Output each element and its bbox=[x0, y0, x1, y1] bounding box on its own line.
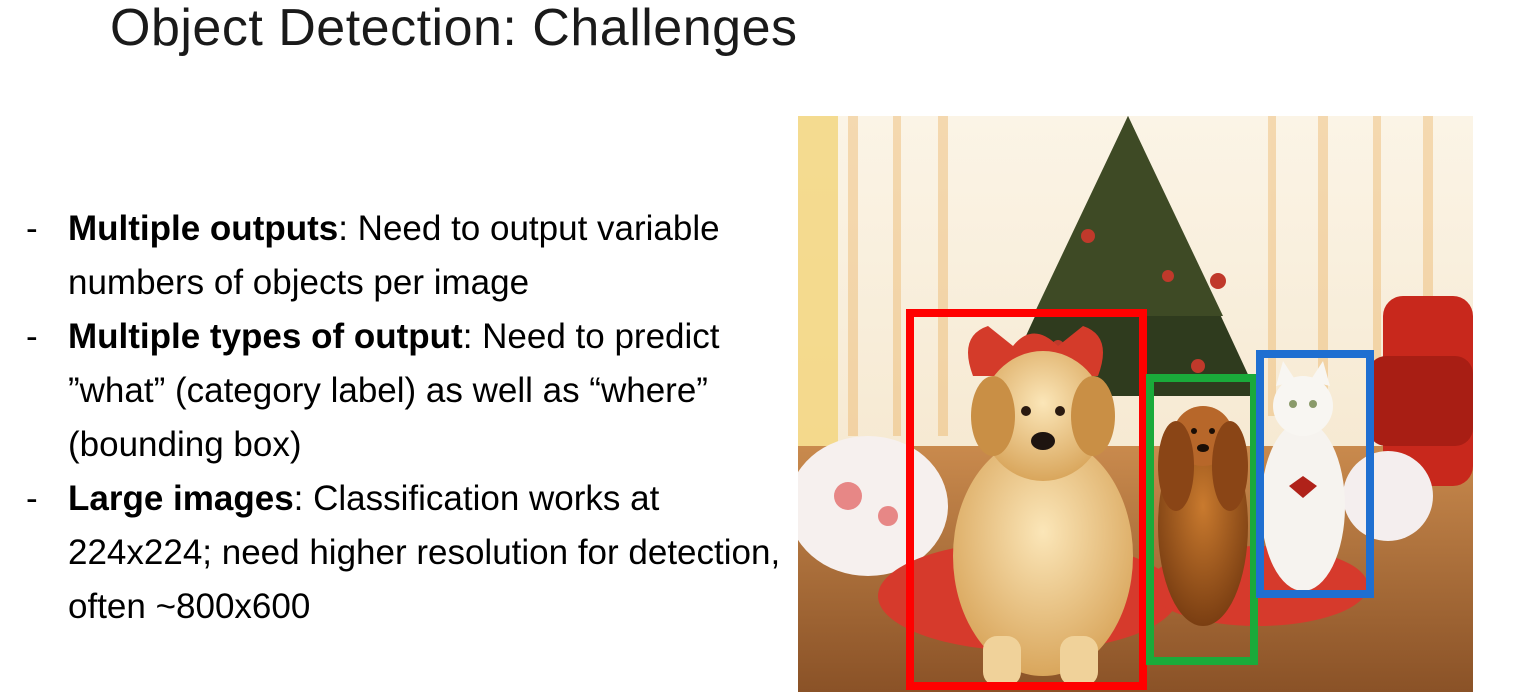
detection-photo bbox=[798, 116, 1473, 692]
bullet-list: - Multiple outputs: Need to output varia… bbox=[26, 202, 786, 634]
bullet-marker: - bbox=[26, 209, 38, 248]
bullet-item: - Multiple outputs: Need to output varia… bbox=[26, 202, 786, 310]
photo-illustration bbox=[798, 116, 1473, 692]
bullet-term: Multiple types of output bbox=[68, 317, 463, 356]
pillow bbox=[1343, 451, 1433, 541]
bullet-term: Large images bbox=[68, 479, 294, 518]
bullet-marker: - bbox=[26, 479, 38, 518]
bullet-item: - Multiple types of output: Need to pred… bbox=[26, 310, 786, 472]
bullet-item: - Large images: Classification works at … bbox=[26, 472, 786, 634]
slide-title: Object Detection: Challenges bbox=[110, 0, 798, 57]
cocker-spaniel bbox=[1158, 406, 1248, 626]
bullet-term: Multiple outputs bbox=[68, 209, 339, 248]
window-light bbox=[798, 116, 838, 446]
bullet-marker: - bbox=[26, 317, 38, 356]
